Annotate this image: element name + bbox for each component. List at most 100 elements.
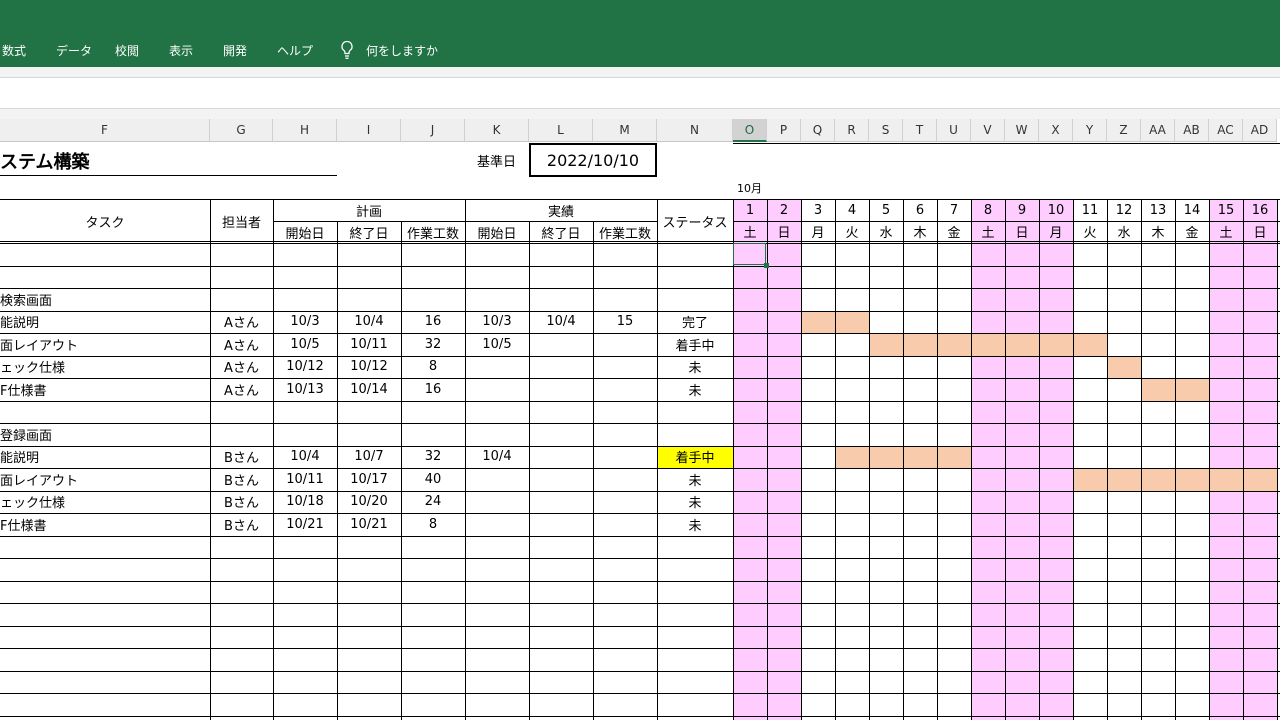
- column-header-o[interactable]: O: [733, 119, 767, 142]
- row-border: [0, 535, 1280, 537]
- cell-plan-effort[interactable]: 8: [401, 356, 465, 379]
- cell-assignee[interactable]: Aさん: [210, 356, 273, 379]
- fill-handle[interactable]: [764, 262, 769, 268]
- base-date-value[interactable]: 2022/10/10: [529, 143, 657, 177]
- column-header-m[interactable]: M: [593, 119, 657, 142]
- column-header-ac[interactable]: AC: [1209, 119, 1243, 142]
- tab-data[interactable]: データ: [56, 42, 92, 59]
- column-header-y[interactable]: Y: [1073, 119, 1107, 142]
- column-header-aa[interactable]: AA: [1141, 119, 1175, 142]
- cell-task[interactable]: F仕様書: [0, 513, 210, 536]
- column-header-ad[interactable]: AD: [1243, 119, 1277, 142]
- tab-developer[interactable]: 開発: [223, 42, 247, 59]
- cell-status[interactable]: 着手中: [657, 333, 733, 356]
- column-header-s[interactable]: S: [869, 119, 903, 142]
- cell-plan-end[interactable]: 10/11: [337, 333, 401, 356]
- calendar-column-border: [1243, 199, 1244, 720]
- cell-plan-start[interactable]: 10/21: [273, 513, 337, 536]
- cell-status[interactable]: 未: [657, 378, 733, 401]
- cell-status[interactable]: 未: [657, 356, 733, 379]
- active-cell[interactable]: [733, 243, 766, 265]
- cell-actual-start[interactable]: 10/3: [465, 311, 529, 334]
- cell-plan-end[interactable]: 10/20: [337, 491, 401, 514]
- cell-assignee[interactable]: Bさん: [210, 513, 273, 536]
- cell-plan-end[interactable]: 10/17: [337, 468, 401, 491]
- cell-plan-end[interactable]: 10/14: [337, 378, 401, 401]
- calendar-column-border: [1005, 199, 1006, 720]
- cell-assignee[interactable]: Bさん: [210, 446, 273, 469]
- tell-me-search[interactable]: 何をしますか: [366, 42, 438, 59]
- formula-bar[interactable]: [0, 78, 1280, 109]
- column-header-r[interactable]: R: [835, 119, 869, 142]
- column-header-p[interactable]: P: [767, 119, 801, 142]
- cell-plan-effort[interactable]: 32: [401, 446, 465, 469]
- cell-task[interactable]: ェック仕様: [0, 356, 210, 379]
- cell-actual-start[interactable]: 10/4: [465, 446, 529, 469]
- column-header-k[interactable]: K: [465, 119, 529, 142]
- cell-task[interactable]: 面レイアウト: [0, 468, 210, 491]
- column-header-x[interactable]: X: [1039, 119, 1073, 142]
- cell-task[interactable]: 検索画面: [0, 288, 210, 311]
- cell-plan-end[interactable]: 10/7: [337, 446, 401, 469]
- cell-plan-effort[interactable]: 32: [401, 333, 465, 356]
- cell-plan-start[interactable]: 10/11: [273, 468, 337, 491]
- cell-plan-effort[interactable]: 40: [401, 468, 465, 491]
- column-header-v[interactable]: V: [971, 119, 1005, 142]
- column-header-w[interactable]: W: [1005, 119, 1039, 142]
- cell-plan-end[interactable]: 10/12: [337, 356, 401, 379]
- cell-task[interactable]: 能説明: [0, 446, 210, 469]
- cell-plan-start[interactable]: 10/12: [273, 356, 337, 379]
- cell-status[interactable]: 着手中: [657, 446, 733, 469]
- cell-status[interactable]: 未: [657, 491, 733, 514]
- column-header-f[interactable]: F: [0, 119, 210, 142]
- cell-plan-effort[interactable]: 24: [401, 491, 465, 514]
- column-header-ab[interactable]: AB: [1175, 119, 1209, 142]
- header-actual-end: 終了日: [541, 226, 581, 242]
- cell-task[interactable]: F仕様書: [0, 378, 210, 401]
- cell-status[interactable]: 未: [657, 513, 733, 536]
- cell-task[interactable]: 登録画面: [0, 423, 210, 446]
- tab-help[interactable]: ヘルプ: [277, 42, 313, 59]
- column-header-n[interactable]: N: [657, 119, 733, 142]
- cell-plan-start[interactable]: 10/5: [273, 333, 337, 356]
- calendar-weekday: 日: [777, 226, 791, 241]
- lightbulb-icon[interactable]: [340, 40, 354, 60]
- cell-plan-effort[interactable]: 8: [401, 513, 465, 536]
- cell-actual-end[interactable]: 10/4: [529, 311, 593, 334]
- tab-formulas[interactable]: 数式: [2, 42, 26, 59]
- cell-plan-end[interactable]: 10/21: [337, 513, 401, 536]
- column-header-u[interactable]: U: [937, 119, 971, 142]
- cell-plan-start[interactable]: 10/4: [273, 446, 337, 469]
- column-header-g[interactable]: G: [210, 119, 273, 142]
- row-border: [0, 265, 1280, 267]
- cell-status[interactable]: 未: [657, 468, 733, 491]
- cell-status[interactable]: 完了: [657, 311, 733, 334]
- cell-actual-effort[interactable]: 15: [593, 311, 657, 334]
- cell-assignee[interactable]: Aさん: [210, 311, 273, 334]
- cell-task[interactable]: 面レイアウト: [0, 333, 210, 356]
- column-header-q[interactable]: Q: [801, 119, 835, 142]
- column-header-h[interactable]: H: [273, 119, 337, 142]
- cell-actual-start[interactable]: 10/5: [465, 333, 529, 356]
- cell-plan-start[interactable]: 10/13: [273, 378, 337, 401]
- column-header-z[interactable]: Z: [1107, 119, 1141, 142]
- calendar-column-border: [1209, 199, 1210, 720]
- tab-review[interactable]: 校閲: [115, 42, 139, 59]
- cell-task[interactable]: 能説明: [0, 311, 210, 334]
- cell-assignee[interactable]: Bさん: [210, 468, 273, 491]
- column-header-j[interactable]: J: [401, 119, 465, 142]
- tab-view[interactable]: 表示: [169, 42, 193, 59]
- title-underline: [0, 175, 337, 176]
- cell-assignee[interactable]: Aさん: [210, 333, 273, 356]
- cell-task[interactable]: ェック仕様: [0, 491, 210, 514]
- column-header-l[interactable]: L: [529, 119, 593, 142]
- cell-assignee[interactable]: Bさん: [210, 491, 273, 514]
- cell-plan-start[interactable]: 10/18: [273, 491, 337, 514]
- cell-assignee[interactable]: Aさん: [210, 378, 273, 401]
- cell-plan-effort[interactable]: 16: [401, 378, 465, 401]
- cell-plan-effort[interactable]: 16: [401, 311, 465, 334]
- cell-plan-end[interactable]: 10/4: [337, 311, 401, 334]
- cell-plan-start[interactable]: 10/3: [273, 311, 337, 334]
- column-header-i[interactable]: I: [337, 119, 401, 142]
- column-header-t[interactable]: T: [903, 119, 937, 142]
